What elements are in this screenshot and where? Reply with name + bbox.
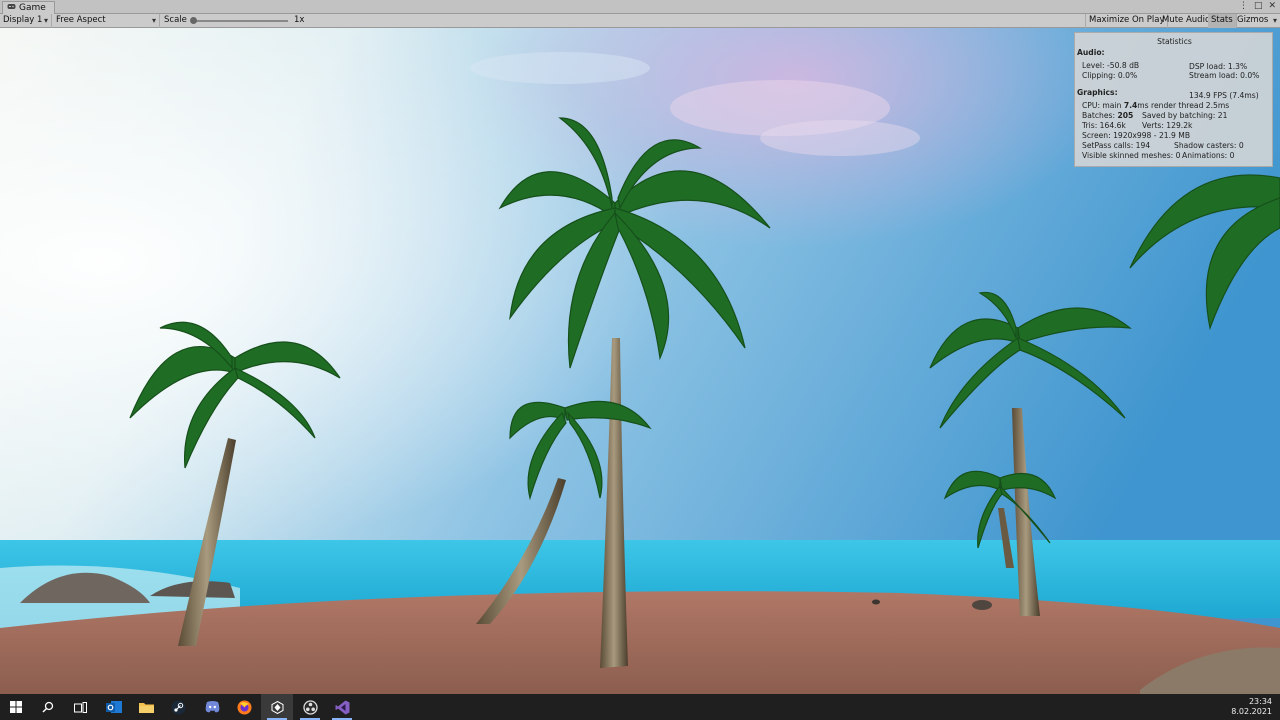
- scale-label: Scale: [164, 15, 187, 25]
- stats-title: Statistics: [1157, 37, 1192, 46]
- steam-icon[interactable]: [162, 694, 194, 720]
- stats-button[interactable]: Stats: [1208, 14, 1237, 28]
- stats-saved-batching: Saved by batching: 21: [1142, 111, 1228, 120]
- discord-icon[interactable]: [196, 694, 228, 720]
- scale-value: 1x: [294, 15, 305, 25]
- maximize-icon[interactable]: □: [1254, 1, 1263, 11]
- windows-taskbar: 23:34 8.02.2021: [0, 694, 1280, 720]
- more-options-icon[interactable]: ⋮: [1239, 1, 1248, 11]
- stats-graphics-header: Graphics:: [1077, 88, 1118, 97]
- game-view[interactable]: Statistics Audio: Level: -50.8 dB DSP lo…: [0, 28, 1280, 694]
- stats-batches-value: 205: [1117, 111, 1134, 120]
- display-dropdown-label: Display 1: [3, 15, 43, 25]
- display-dropdown[interactable]: Display 1: [0, 14, 52, 28]
- stats-screen: Screen: 1920x998 - 21.9 MB: [1082, 131, 1191, 140]
- editor-tab-bar: Game ⋮ □ ✕: [0, 0, 1280, 14]
- visual-studio-icon[interactable]: [326, 694, 358, 720]
- stats-batches-prefix: Batches:: [1082, 111, 1118, 120]
- mute-audio-button[interactable]: Mute Audio: [1159, 14, 1215, 28]
- statistics-panel: Statistics Audio: Level: -50.8 dB DSP lo…: [1074, 32, 1273, 167]
- window-controls: ⋮ □ ✕: [1239, 1, 1276, 11]
- stats-setpass: SetPass calls: 194: [1082, 141, 1151, 150]
- task-view-icon[interactable]: [64, 694, 96, 720]
- file-explorer-icon[interactable]: [130, 694, 162, 720]
- stats-verts: Verts: 129.2k: [1142, 121, 1193, 130]
- stats-cpu-suffix: ms render thread 2.5ms: [1137, 101, 1230, 110]
- system-clock[interactable]: 23:34 8.02.2021: [1231, 697, 1272, 717]
- search-icon[interactable]: [32, 694, 64, 720]
- gamepad-icon: [7, 2, 16, 14]
- stats-shadow-casters: Shadow casters: 0: [1174, 141, 1244, 150]
- clock-date: 8.02.2021: [1231, 707, 1272, 716]
- stats-cpu-main: 7.4: [1123, 101, 1138, 110]
- tab-game[interactable]: Game: [2, 1, 55, 14]
- stats-tris: Tris: 164.6k: [1082, 121, 1126, 130]
- stats-clipping: Clipping: 0.0%: [1082, 71, 1138, 80]
- scale-slider-thumb[interactable]: [190, 17, 197, 24]
- stats-batches: Batches: 205: [1082, 111, 1133, 120]
- stats-dsp-load: DSP load: 1.3%: [1189, 62, 1248, 71]
- unity-icon[interactable]: [261, 694, 293, 720]
- stats-animations: Animations: 0: [1182, 151, 1235, 160]
- aspect-dropdown-label: Free Aspect: [56, 15, 106, 25]
- tab-game-label: Game: [19, 3, 46, 13]
- clock-time: 23:34: [1248, 697, 1272, 706]
- stats-fps: 134.9 FPS (7.4ms): [1189, 91, 1259, 100]
- windows-start-icon[interactable]: [0, 694, 32, 720]
- stats-skinned-meshes: Visible skinned meshes: 0: [1082, 151, 1181, 160]
- stats-level: Level: -50.8 dB: [1082, 61, 1140, 70]
- maximize-on-play-button[interactable]: Maximize On Play: [1085, 14, 1169, 28]
- scale-slider-track[interactable]: [193, 20, 288, 22]
- firefox-icon[interactable]: [228, 694, 260, 720]
- stats-stream-load: Stream load: 0.0%: [1189, 71, 1260, 80]
- stats-cpu: CPU: main 7.4ms render thread 2.5ms: [1082, 101, 1229, 110]
- gizmos-label: Gizmos: [1237, 15, 1269, 25]
- stats-audio-header: Audio:: [1077, 48, 1105, 57]
- outlook-icon[interactable]: [98, 694, 130, 720]
- aspect-dropdown[interactable]: Free Aspect: [53, 14, 160, 28]
- stats-cpu-prefix: CPU: main: [1082, 101, 1124, 110]
- close-icon[interactable]: ✕: [1268, 1, 1276, 11]
- gizmos-dropdown[interactable]: Gizmos: [1234, 14, 1280, 28]
- game-toolbar: Display 1 Free Aspect Scale 1x Maximize …: [0, 14, 1280, 28]
- obs-icon[interactable]: [294, 694, 326, 720]
